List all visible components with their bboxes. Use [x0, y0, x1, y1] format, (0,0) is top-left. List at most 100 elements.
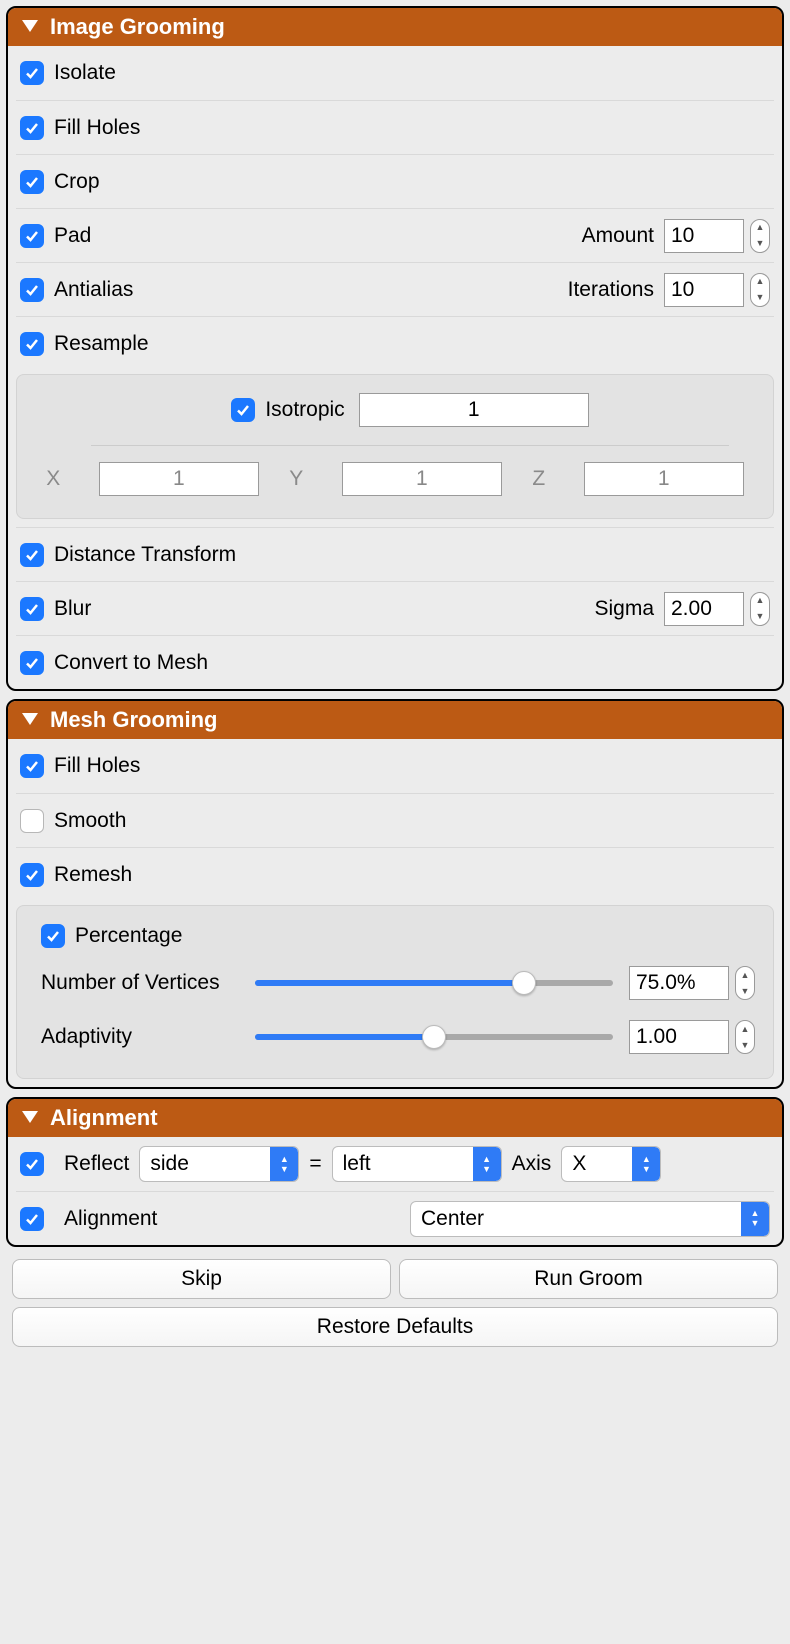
- adaptivity-slider[interactable]: [255, 1025, 613, 1049]
- crop-checkbox[interactable]: [20, 170, 44, 194]
- isolate-label: Isolate: [54, 61, 770, 85]
- remesh-label: Remesh: [54, 863, 770, 887]
- reflect-axis-select[interactable]: X ▲▼: [561, 1146, 661, 1182]
- disclosure-triangle-icon: [22, 713, 38, 727]
- pad-row: Pad Amount ▲▼: [16, 208, 774, 262]
- image-grooming-title: Image Grooming: [50, 14, 225, 40]
- mesh-grooming-title: Mesh Grooming: [50, 707, 217, 733]
- distance-transform-checkbox[interactable]: [20, 543, 44, 567]
- isolate-checkbox[interactable]: [20, 61, 44, 85]
- convert-to-mesh-row: Convert to Mesh: [16, 635, 774, 689]
- resample-checkbox[interactable]: [20, 332, 44, 356]
- disclosure-triangle-icon: [22, 1111, 38, 1125]
- pad-amount-stepper[interactable]: ▲▼: [750, 219, 770, 253]
- alignment-label: Alignment: [64, 1207, 400, 1231]
- image-grooming-header[interactable]: Image Grooming: [8, 8, 782, 46]
- z-input[interactable]: [584, 462, 744, 496]
- reflect-side-select[interactable]: side ▲▼: [139, 1146, 299, 1182]
- mesh-fill-holes-label: Fill Holes: [54, 754, 770, 778]
- disclosure-triangle-icon: [22, 20, 38, 34]
- distance-transform-label: Distance Transform: [54, 543, 770, 567]
- xyz-row: X Y Z: [31, 452, 759, 504]
- isotropic-row: Isotropic: [91, 385, 729, 446]
- convert-to-mesh-checkbox[interactable]: [20, 651, 44, 675]
- remesh-row: Remesh: [16, 847, 774, 901]
- pad-amount-input[interactable]: [664, 219, 744, 253]
- vertices-stepper[interactable]: ▲▼: [735, 966, 755, 1000]
- adaptivity-stepper[interactable]: ▲▼: [735, 1020, 755, 1054]
- resample-label: Resample: [54, 332, 770, 356]
- remesh-subpanel: Percentage Number of Vertices ▲▼ Adaptiv…: [16, 905, 774, 1079]
- fill-holes-checkbox[interactable]: [20, 116, 44, 140]
- pad-checkbox[interactable]: [20, 224, 44, 248]
- antialias-iterations-input[interactable]: [664, 273, 744, 307]
- adaptivity-label: Adaptivity: [41, 1025, 251, 1049]
- remesh-checkbox[interactable]: [20, 863, 44, 887]
- skip-button[interactable]: Skip: [12, 1259, 391, 1299]
- pad-amount-label: Amount: [582, 224, 654, 248]
- alignment-header[interactable]: Alignment: [8, 1099, 782, 1137]
- adaptivity-input[interactable]: [629, 1020, 729, 1054]
- alignment-title: Alignment: [50, 1105, 158, 1131]
- chevron-updown-icon: ▲▼: [473, 1147, 501, 1181]
- blur-checkbox[interactable]: [20, 597, 44, 621]
- distance-transform-row: Distance Transform: [16, 527, 774, 581]
- action-buttons: Skip Run Groom: [6, 1255, 784, 1303]
- resample-row: Resample: [16, 316, 774, 370]
- chevron-updown-icon: ▲▼: [270, 1147, 298, 1181]
- restore-defaults-button[interactable]: Restore Defaults: [12, 1307, 778, 1347]
- resample-subpanel: Isotropic X Y Z: [16, 374, 774, 519]
- adaptivity-row: Adaptivity ▲▼: [41, 1010, 755, 1064]
- smooth-checkbox[interactable]: [20, 809, 44, 833]
- chevron-updown-icon: ▲▼: [741, 1202, 769, 1236]
- blur-row: Blur Sigma ▲▼: [16, 581, 774, 635]
- percentage-row: Percentage: [41, 916, 755, 956]
- fill-holes-label: Fill Holes: [54, 116, 770, 140]
- run-groom-button[interactable]: Run Groom: [399, 1259, 778, 1299]
- smooth-row: Smooth: [16, 793, 774, 847]
- x-input[interactable]: [99, 462, 259, 496]
- convert-to-mesh-label: Convert to Mesh: [54, 651, 770, 675]
- vertices-row: Number of Vertices ▲▼: [41, 956, 755, 1010]
- percentage-checkbox[interactable]: [41, 924, 65, 948]
- reflect-checkbox[interactable]: [20, 1152, 44, 1176]
- isotropic-input[interactable]: [359, 393, 589, 427]
- antialias-label: Antialias: [54, 278, 568, 302]
- alignment-panel: Alignment Reflect side ▲▼ = left ▲▼ Axis: [6, 1097, 784, 1247]
- antialias-iterations-label: Iterations: [568, 278, 654, 302]
- z-label: Z: [532, 467, 545, 491]
- isolate-row: Isolate: [16, 46, 774, 100]
- mesh-fill-holes-checkbox[interactable]: [20, 754, 44, 778]
- mesh-grooming-panel: Mesh Grooming Fill Holes Smooth Remesh: [6, 699, 784, 1089]
- antialias-checkbox[interactable]: [20, 278, 44, 302]
- antialias-iterations-stepper[interactable]: ▲▼: [750, 273, 770, 307]
- chevron-updown-icon: ▲▼: [632, 1147, 660, 1181]
- reflect-value-select[interactable]: left ▲▼: [332, 1146, 502, 1182]
- vertices-slider[interactable]: [255, 971, 613, 995]
- image-grooming-panel: Image Grooming Isolate Fill Holes Crop: [6, 6, 784, 691]
- y-label: Y: [289, 467, 303, 491]
- isotropic-checkbox[interactable]: [231, 398, 255, 422]
- fill-holes-row: Fill Holes: [16, 100, 774, 154]
- reflect-row: Reflect side ▲▼ = left ▲▼ Axis X ▲▼: [16, 1137, 774, 1191]
- equals-label: =: [309, 1152, 321, 1176]
- restore-row: Restore Defaults: [6, 1303, 784, 1355]
- pad-label: Pad: [54, 224, 582, 248]
- crop-label: Crop: [54, 170, 770, 194]
- blur-sigma-input[interactable]: [664, 592, 744, 626]
- blur-sigma-stepper[interactable]: ▲▼: [750, 592, 770, 626]
- reflect-label: Reflect: [64, 1152, 129, 1176]
- mesh-fill-holes-row: Fill Holes: [16, 739, 774, 793]
- y-input[interactable]: [342, 462, 502, 496]
- axis-label: Axis: [512, 1152, 552, 1176]
- vertices-input[interactable]: [629, 966, 729, 1000]
- x-label: X: [46, 467, 60, 491]
- mesh-grooming-header[interactable]: Mesh Grooming: [8, 701, 782, 739]
- blur-sigma-label: Sigma: [594, 597, 654, 621]
- alignment-checkbox[interactable]: [20, 1207, 44, 1231]
- alignment-value-select[interactable]: Center ▲▼: [410, 1201, 770, 1237]
- vertices-label: Number of Vertices: [41, 971, 251, 995]
- smooth-label: Smooth: [54, 809, 770, 833]
- percentage-label: Percentage: [75, 924, 182, 948]
- blur-label: Blur: [54, 597, 594, 621]
